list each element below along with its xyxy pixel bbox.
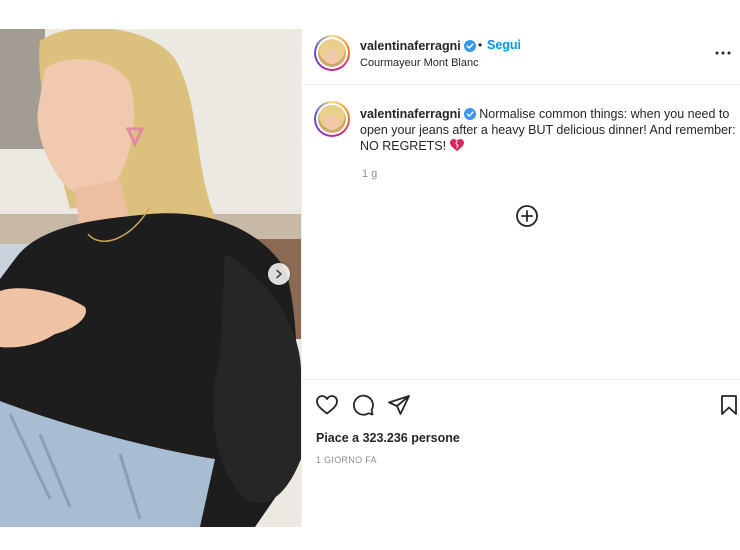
paper-plane-icon[interactable] xyxy=(387,393,411,417)
follow-button[interactable]: Segui xyxy=(487,38,521,52)
likes-count[interactable]: Piace a 323.236 persone xyxy=(316,431,460,445)
more-options-icon[interactable] xyxy=(711,41,735,65)
post-caption: valentinaferragni Normalise common thing… xyxy=(360,106,740,154)
broken-heart-icon xyxy=(449,139,464,151)
next-photo-button[interactable] xyxy=(268,263,290,285)
caption-avatar[interactable] xyxy=(314,101,350,137)
bookmark-icon[interactable] xyxy=(717,393,740,417)
location-link[interactable]: Courmayeur Mont Blanc xyxy=(360,57,479,69)
comment-icon[interactable] xyxy=(351,393,375,417)
caption-age: 1 g xyxy=(362,168,378,180)
plus-circle-icon[interactable] xyxy=(515,204,539,228)
chevron-right-icon xyxy=(276,269,282,279)
verified-badge-icon xyxy=(463,40,476,52)
post-media[interactable] xyxy=(0,29,301,527)
instagram-post: valentinaferragni • Segui Courmayeur Mon… xyxy=(0,29,740,527)
post-side-panel: valentinaferragni • Segui Courmayeur Mon… xyxy=(301,29,740,527)
verified-badge-icon xyxy=(463,108,476,120)
post-date[interactable]: 1 GIORNO FA xyxy=(316,455,377,465)
post-photo xyxy=(0,29,301,527)
post-actions: Piace a 323.236 persone 1 GIORNO FA xyxy=(302,379,740,527)
caption-username[interactable]: valentinaferragni xyxy=(360,107,461,121)
username-link[interactable]: valentinaferragni xyxy=(360,39,476,53)
heart-icon[interactable] xyxy=(315,393,339,417)
avatar-image xyxy=(318,39,346,67)
avatar[interactable] xyxy=(314,35,350,71)
separator-dot: • xyxy=(478,38,483,52)
username-text: valentinaferragni xyxy=(360,39,461,53)
avatar-image xyxy=(318,105,346,133)
post-header: valentinaferragni • Segui Courmayeur Mon… xyxy=(302,29,740,85)
